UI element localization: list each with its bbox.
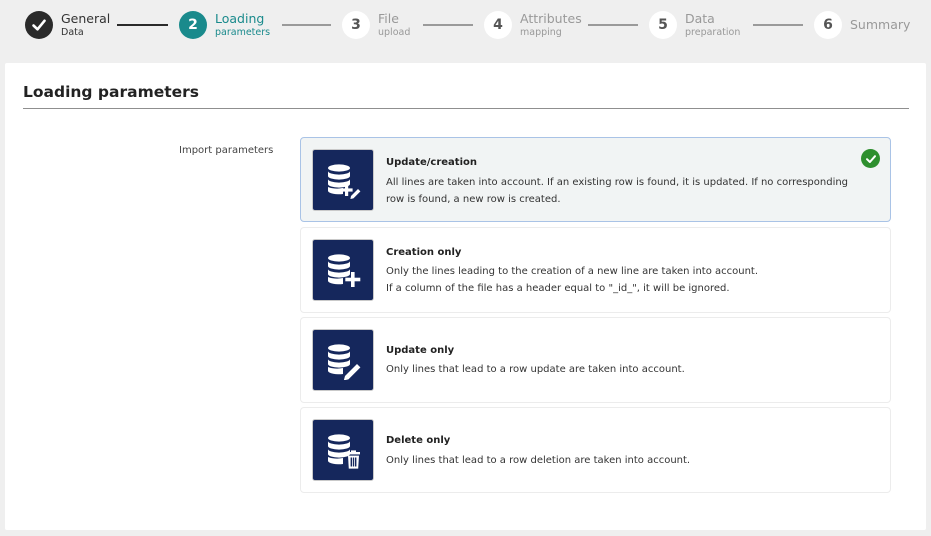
step-title: Attributes	[520, 11, 582, 26]
check-icon	[25, 11, 53, 39]
step-data-preparation[interactable]: 5 Data preparation	[649, 10, 740, 40]
database-trash-icon	[312, 419, 374, 481]
step-title: File	[378, 11, 399, 26]
step-subtitle: preparation	[685, 26, 741, 38]
option-description-note: If a column of the file has a header equ…	[386, 283, 730, 294]
loading-parameters-panel: Loading parameters Import parameters Upd…	[5, 63, 926, 530]
title-divider	[23, 108, 909, 109]
step-subtitle: parameters	[215, 26, 271, 38]
option-title: Delete only	[386, 435, 451, 446]
step-connector	[753, 24, 803, 26]
step-title: Data	[685, 11, 715, 26]
step-number: 3	[342, 11, 370, 39]
step-connector	[588, 24, 638, 26]
step-general-data[interactable]: General Data	[25, 10, 110, 40]
step-loading-parameters[interactable]: 2 Loading parameters	[179, 10, 270, 40]
step-number: 4	[484, 11, 512, 39]
option-description: Only the lines leading to the creation o…	[386, 266, 759, 277]
step-number: 2	[179, 11, 207, 39]
option-delete-only[interactable]: Delete only Only lines that lead to a ro…	[300, 407, 891, 493]
step-file-upload[interactable]: 3 File upload	[342, 10, 410, 40]
step-title: General	[61, 11, 111, 26]
step-connector	[423, 24, 473, 26]
step-subtitle: Data	[61, 26, 84, 38]
database-plus-icon	[312, 239, 374, 301]
database-pencil-icon	[312, 329, 374, 391]
database-plus-pencil-icon	[312, 149, 374, 211]
step-subtitle: upload	[378, 26, 411, 38]
option-description: All lines are taken into account. If an …	[386, 177, 849, 205]
option-description: Only lines that lead to a row update are…	[386, 364, 685, 375]
option-update-creation[interactable]: Update/creation All lines are taken into…	[300, 137, 891, 222]
option-update-only[interactable]: Update only Only lines that lead to a ro…	[300, 317, 891, 403]
step-title: Summary	[850, 16, 911, 32]
step-number: 5	[649, 11, 677, 39]
option-title: Creation only	[386, 247, 462, 258]
step-connector	[282, 24, 331, 26]
option-creation-only[interactable]: Creation only Only the lines leading to …	[300, 227, 891, 313]
wizard-stepper: General Data 2 Loading parameters 3 File…	[0, 0, 931, 60]
import-parameters-label: Import parameters	[179, 145, 274, 156]
option-title: Update only	[386, 345, 455, 356]
step-title: Loading	[215, 11, 265, 26]
step-attributes-mapping[interactable]: 4 Attributes mapping	[484, 10, 582, 40]
step-number: 6	[814, 11, 842, 39]
selected-check-icon	[861, 149, 880, 168]
step-subtitle: mapping	[520, 26, 562, 38]
option-title: Update/creation	[386, 157, 477, 168]
option-description: Only lines that lead to a row deletion a…	[386, 455, 691, 466]
step-connector	[117, 24, 168, 26]
step-summary[interactable]: 6 Summary	[814, 10, 910, 40]
panel-title: Loading parameters	[23, 83, 200, 101]
